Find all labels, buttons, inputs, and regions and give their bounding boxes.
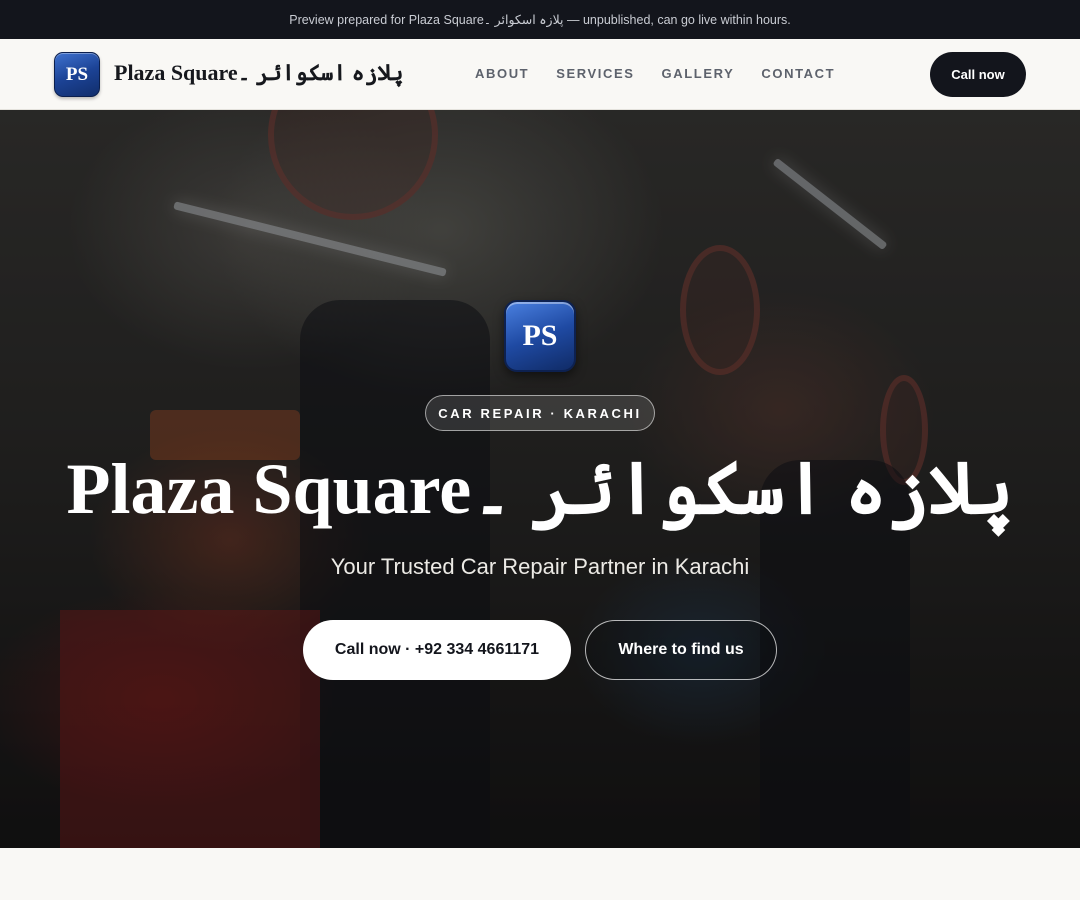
preview-banner: Preview prepared for Plaza Squareپلازہ ا… <box>0 0 1080 39</box>
call-phone-button[interactable]: Call now · +92 334 4661171 <box>303 620 571 680</box>
hero-logo-badge: PS <box>504 300 576 372</box>
main-nav: ABOUT SERVICES GALLERY CONTACT <box>475 66 835 81</box>
hero-section: PS CAR REPAIR · KARACHI Plaza Squareپلاز… <box>0 110 1080 848</box>
call-now-button[interactable]: Call now <box>930 52 1026 97</box>
site-header: PS Plaza Squareپلازہ اسکوائر ۔ ABOUT SER… <box>0 39 1080 110</box>
hero-logo-text: PS <box>522 319 558 352</box>
next-section <box>0 848 1080 900</box>
find-us-button[interactable]: Where to find us <box>585 620 777 680</box>
logo-badge[interactable]: PS <box>54 52 100 97</box>
category-tag: CAR REPAIR · KARACHI <box>425 395 655 431</box>
nav-about[interactable]: ABOUT <box>475 66 529 81</box>
hero-subtitle: Your Trusted Car Repair Partner in Karac… <box>330 554 750 579</box>
nav-gallery[interactable]: GALLERY <box>662 66 735 81</box>
nav-services[interactable]: SERVICES <box>556 66 634 81</box>
nav-contact[interactable]: CONTACT <box>761 66 835 81</box>
brand-name[interactable]: Plaza Squareپلازہ اسکوائر ۔ <box>114 60 403 86</box>
hero-title: Plaza Squareپلازہ اسکوائر ۔ <box>66 449 1014 529</box>
preview-banner-text: Preview prepared for Plaza Squareپلازہ ا… <box>289 13 791 27</box>
logo-text: PS <box>65 63 89 85</box>
